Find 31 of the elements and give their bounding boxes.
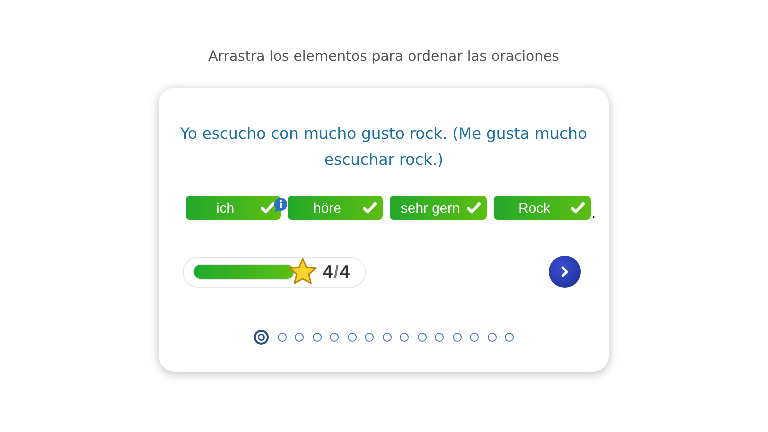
check-icon (571, 202, 586, 214)
page-dot[interactable] (400, 333, 409, 342)
page-dot[interactable] (470, 333, 479, 342)
page-dot[interactable] (488, 333, 496, 342)
sentence-text: Yo escucho con mucho gusto rock. (Me gusta mucho escuchar rock.) (180, 124, 588, 171)
page-dot[interactable] (278, 333, 286, 342)
word-chip[interactable]: sehr gern (390, 196, 488, 220)
score-text: 4/4 (323, 262, 350, 282)
page-dot[interactable] (254, 330, 269, 345)
page-dot[interactable] (435, 333, 444, 342)
info-icon[interactable] (273, 197, 290, 213)
word-chip[interactable]: ich (186, 196, 282, 220)
page-dot[interactable] (418, 333, 426, 342)
word-chip[interactable]: höre (288, 196, 384, 220)
page-dot[interactable] (295, 333, 304, 342)
page-dot[interactable] (382, 333, 392, 342)
chevron-right-icon (559, 266, 571, 278)
page-dot[interactable] (348, 333, 356, 342)
instruction-text: Arrastra los elementos para ordenar las oraciones (208, 49, 560, 65)
page-dot[interactable] (452, 333, 462, 342)
check-icon (467, 202, 482, 214)
punctuation-text: . (592, 206, 596, 220)
page-dot[interactable] (330, 333, 339, 342)
next-button[interactable] (549, 256, 581, 288)
page-dot[interactable] (365, 333, 374, 342)
page-dot[interactable] (505, 333, 514, 342)
page-dot[interactable] (312, 333, 322, 342)
star-icon (288, 257, 318, 287)
check-icon (261, 202, 276, 214)
check-icon (363, 202, 378, 214)
word-chip[interactable]: Rock (494, 196, 592, 220)
